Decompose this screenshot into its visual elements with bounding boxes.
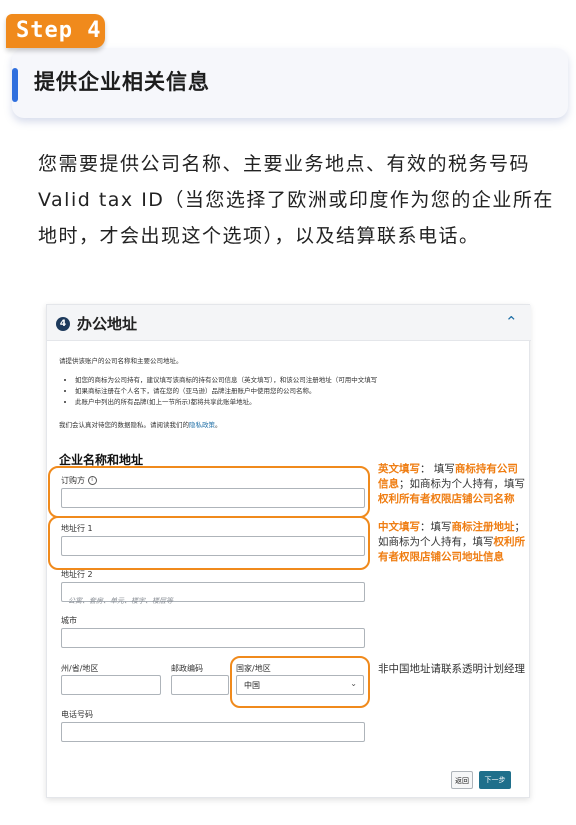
privacy-link[interactable]: 隐私政策 — [189, 421, 215, 429]
postal-input[interactable] — [171, 675, 229, 695]
privacy-note: 我们会认真对待您的数据隐私。请阅读我们的隐私政策。 — [59, 419, 222, 431]
section-number-badge: 4 — [56, 317, 70, 331]
state-input[interactable] — [61, 675, 161, 695]
header-title: 提供企业相关信息 — [34, 70, 210, 94]
country-highlight-box — [230, 656, 370, 708]
address2-input[interactable]: 公寓、套房、单元、楼宇、楼层等 — [61, 582, 365, 605]
form-bullets: 如您的商标为公司持有，建议填写该商标的持有公司信息（英文填写），和该公司注册地址… — [59, 375, 519, 408]
privacy-prefix: 我们会认真对待您的数据隐私。请阅读我们的 — [59, 421, 189, 429]
city-label: 城市 — [61, 616, 77, 625]
privacy-suffix: 。 — [215, 421, 222, 429]
phone-input[interactable] — [61, 722, 365, 742]
step-badge: Step 4 — [6, 14, 105, 48]
state-label: 州/省/地区 — [61, 664, 99, 673]
annotation-company: 英文填写： 填写商标持有公司信息；如商标为个人持有，填写权利所有者权限店铺公司名… — [378, 463, 525, 505]
back-button[interactable]: 返回 — [451, 771, 473, 789]
phone-label: 电话号码 — [61, 710, 93, 719]
bullet-item: 如果商标注册在个人名下，请在您的（亚马逊）品牌注册账户中使用您的公司名称。 — [75, 386, 519, 397]
form-intro: 请提供该账户的公司名称和主要公司地址。 — [59, 357, 183, 365]
annotation-address: 中文填写：填写商标注册地址；如商标为个人持有，填写权利所有者权限店铺公司地址信息 — [378, 521, 525, 563]
postal-label: 邮政编码 — [171, 664, 203, 673]
company-highlight-box — [48, 466, 370, 518]
next-button[interactable]: 下一步 — [479, 771, 511, 789]
section-title: 办公地址 — [77, 315, 138, 333]
chevron-up-icon[interactable]: ⌃ — [505, 313, 518, 331]
address2-placeholder: 公寓、套房、单元、楼宇、楼层等 — [68, 597, 173, 605]
header-accent-bar — [12, 68, 18, 102]
address-highlight-box — [48, 516, 370, 570]
bullet-item: 如您的商标为公司持有，建议填写该商标的持有公司信息（英文填写），和该公司注册地址… — [75, 375, 519, 386]
header-card: 提供企业相关信息 — [12, 48, 568, 118]
address2-label: 地址行 2 — [61, 570, 93, 579]
intro-text: 您需要提供公司名称、主要业务地点、有效的税务号码 Valid tax ID（当您… — [38, 153, 554, 247]
section-header[interactable]: 4 办公地址 ⌃ — [47, 305, 531, 341]
bullet-item: 此账户中列出的所有品牌(如上一节所示)都将共享此账单地址。 — [75, 397, 519, 408]
city-input[interactable] — [61, 628, 365, 648]
annotation-country: 非中国地址请联系透明计划经理 — [378, 663, 525, 675]
